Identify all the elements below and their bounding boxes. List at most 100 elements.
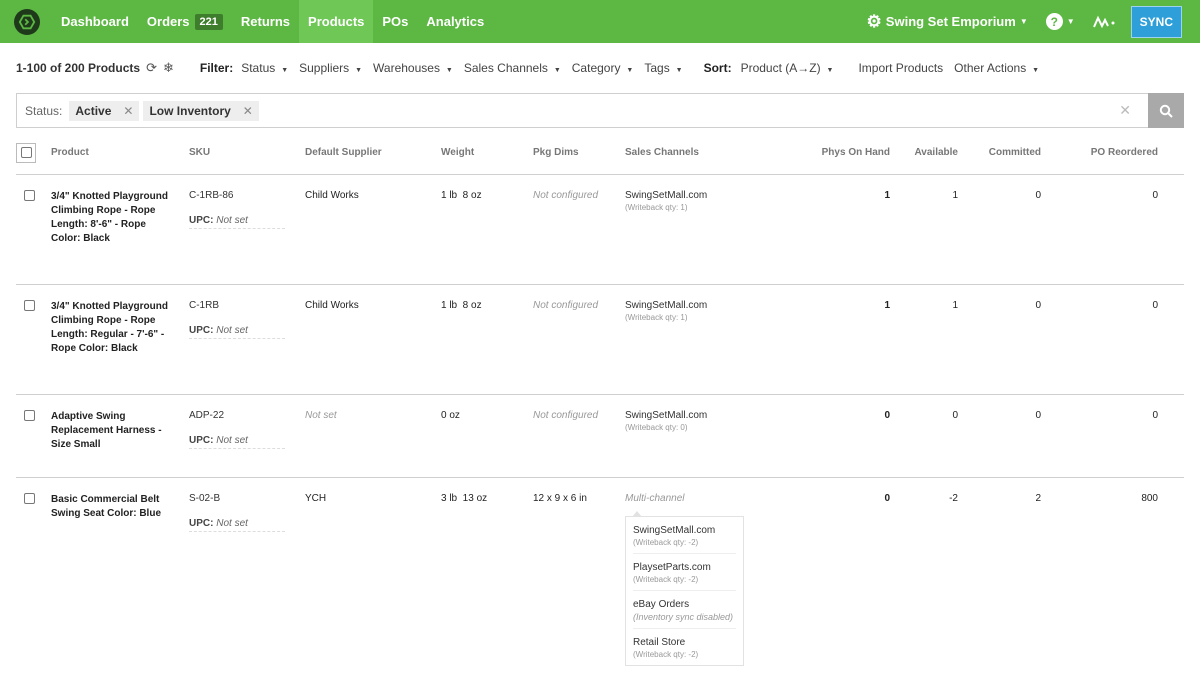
header-channels[interactable]: Sales Channels <box>625 142 797 175</box>
search-bar[interactable]: Status: Active ✕ Low Inventory ✕ ✕ <box>16 93 1184 128</box>
sync-button[interactable]: SYNC <box>1130 5 1182 38</box>
weight: 1 lb 8 oz <box>441 299 482 311</box>
row-checkbox[interactable] <box>24 409 35 421</box>
pkg-dims: Not configured <box>533 189 599 201</box>
weight: 3 lb 13 oz <box>441 492 488 504</box>
filter-status-label: Status <box>241 61 276 75</box>
nav-products[interactable]: Products <box>299 0 374 43</box>
multi-channel-toggle[interactable]: Multi-channel <box>625 493 797 504</box>
nav-products-label: Products <box>308 14 365 29</box>
chevron-down-icon: ▼ <box>443 67 453 74</box>
channel-name: SwingSetMall.com <box>625 189 708 201</box>
sku: C-1RB <box>189 299 220 311</box>
available: 1 <box>952 299 958 311</box>
supplier: Child Works <box>305 299 359 311</box>
select-all-cell <box>16 142 51 175</box>
header-weight[interactable]: Weight <box>441 142 533 175</box>
header-on-hand[interactable]: Phys On Hand <box>797 142 890 175</box>
channel-writeback: (Writeback qty: 1) <box>625 312 688 322</box>
close-icon[interactable]: ✕ <box>243 104 253 118</box>
clear-search-icon[interactable]: ✕ <box>1119 102 1131 119</box>
weight: 0 oz <box>441 409 460 421</box>
product-name[interactable]: Adaptive Swing Replacement Harness - Siz… <box>51 410 169 452</box>
header-committed[interactable]: Committed <box>958 142 1041 175</box>
po-reordered: 800 <box>1141 492 1158 504</box>
table-row[interactable]: Adaptive Swing Replacement Harness - Siz… <box>16 394 1184 477</box>
select-all-checkbox[interactable] <box>16 142 36 163</box>
chevron-down-icon: ▼ <box>824 67 834 74</box>
header-available[interactable]: Available <box>890 142 958 175</box>
upc-field[interactable]: UPC: Not set <box>189 518 285 532</box>
row-checkbox[interactable] <box>24 492 35 504</box>
nav-orders[interactable]: Orders 221 <box>138 0 232 43</box>
upc-value: Not set <box>216 434 248 446</box>
store-selector[interactable]: ⚙ Swing Set Emporium ▼ <box>867 12 1028 32</box>
header-dims[interactable]: Pkg Dims <box>533 142 625 175</box>
row-checkbox[interactable] <box>24 189 35 201</box>
nav-returns[interactable]: Returns <box>232 0 299 43</box>
po-reordered: 0 <box>1152 409 1158 421</box>
filter-toolbar: 1-100 of 200 Products ⟳ ❄ Filter: Status… <box>0 43 1200 93</box>
popup-channel-item: Retail Store (Writeback qty: -2) <box>633 629 736 665</box>
table-row[interactable]: Basic Commercial Belt Swing Seat Color: … <box>16 477 1184 675</box>
header-supplier[interactable]: Default Supplier <box>305 142 441 175</box>
chevron-down-icon: ▼ <box>673 67 683 74</box>
filter-chip-active: Active ✕ <box>69 100 140 121</box>
nav-analytics[interactable]: Analytics <box>417 0 493 43</box>
filter-suppliers-dropdown[interactable]: Suppliers ▼ <box>299 61 362 75</box>
nav-dashboard[interactable]: Dashboard <box>52 0 138 43</box>
filter-tags-dropdown[interactable]: Tags ▼ <box>644 61 682 75</box>
upc-field[interactable]: UPC: Not set <box>189 325 285 339</box>
filter-sales-channels-dropdown[interactable]: Sales Channels ▼ <box>464 61 561 75</box>
help-icon: ? <box>1045 13 1063 30</box>
filter-status-dropdown[interactable]: Status ▼ <box>241 61 288 75</box>
snowflake-icon[interactable]: ❄ <box>163 60 174 76</box>
nav-analytics-label: Analytics <box>426 14 485 29</box>
table-row[interactable]: 3/4" Knotted Playground Climbing Rope - … <box>16 174 1184 284</box>
search-status-label: Status: <box>25 103 63 118</box>
product-name[interactable]: Basic Commercial Belt Swing Seat Color: … <box>51 493 169 521</box>
row-checkbox[interactable] <box>24 299 35 311</box>
phys-on-hand[interactable]: 1 <box>797 174 890 284</box>
close-icon[interactable]: ✕ <box>123 104 133 118</box>
sort-dropdown[interactable]: Product (A→Z) ▼ <box>741 61 834 75</box>
product-name[interactable]: 3/4" Knotted Playground Climbing Rope - … <box>51 300 169 356</box>
pkg-dims: Not configured <box>533 299 599 311</box>
search-button[interactable] <box>1148 93 1184 128</box>
upc-field[interactable]: UPC: Not set <box>189 215 285 229</box>
chevron-down-icon: ▼ <box>279 67 289 74</box>
nav-pos[interactable]: POs <box>373 0 417 43</box>
product-name[interactable]: 3/4" Knotted Playground Climbing Rope - … <box>51 190 169 246</box>
phys-on-hand[interactable]: 0 <box>797 477 890 675</box>
sort-label: Sort: <box>703 61 732 75</box>
phys-on-hand[interactable]: 0 <box>797 394 890 477</box>
filter-chip-low-inventory: Low Inventory ✕ <box>143 100 259 121</box>
header-po[interactable]: PO Reordered <box>1041 142 1158 175</box>
phys-on-hand[interactable]: 1 <box>797 284 890 394</box>
channel-name: SwingSetMall.com <box>625 409 708 421</box>
popup-channel-item: SwingSetMall.com (Writeback qty: -2) <box>633 517 736 554</box>
upc-label: UPC: <box>189 324 214 336</box>
committed: 0 <box>1035 299 1041 311</box>
pkg-dims: Not configured <box>533 409 599 421</box>
weight: 1 lb 8 oz <box>441 189 482 201</box>
chevron-down-icon: ▼ <box>551 67 561 74</box>
upc-value: Not set <box>216 214 248 226</box>
supplier: Not set <box>305 409 337 421</box>
import-products-button[interactable]: Import Products <box>858 61 943 75</box>
upc-label: UPC: <box>189 434 214 446</box>
header-product[interactable]: Product <box>51 142 189 175</box>
upc-field[interactable]: UPC: Not set <box>189 435 285 449</box>
chip-label: Active <box>75 103 112 118</box>
activity-icon[interactable] <box>1092 14 1117 30</box>
other-actions-dropdown[interactable]: Other Actions ▼ <box>954 61 1039 75</box>
table-row[interactable]: 3/4" Knotted Playground Climbing Rope - … <box>16 284 1184 394</box>
refresh-icon[interactable]: ⟳ <box>146 60 157 76</box>
filter-warehouses-dropdown[interactable]: Warehouses ▼ <box>373 61 453 75</box>
filter-warehouses-label: Warehouses <box>373 61 440 75</box>
popup-channel-item: PlaysetParts.com (Writeback qty: -2) <box>633 554 736 591</box>
filter-category-dropdown[interactable]: Category ▼ <box>572 61 634 75</box>
app-logo-icon[interactable] <box>14 8 40 35</box>
header-sku[interactable]: SKU <box>189 142 305 175</box>
help-menu[interactable]: ? ▼ <box>1045 13 1075 30</box>
